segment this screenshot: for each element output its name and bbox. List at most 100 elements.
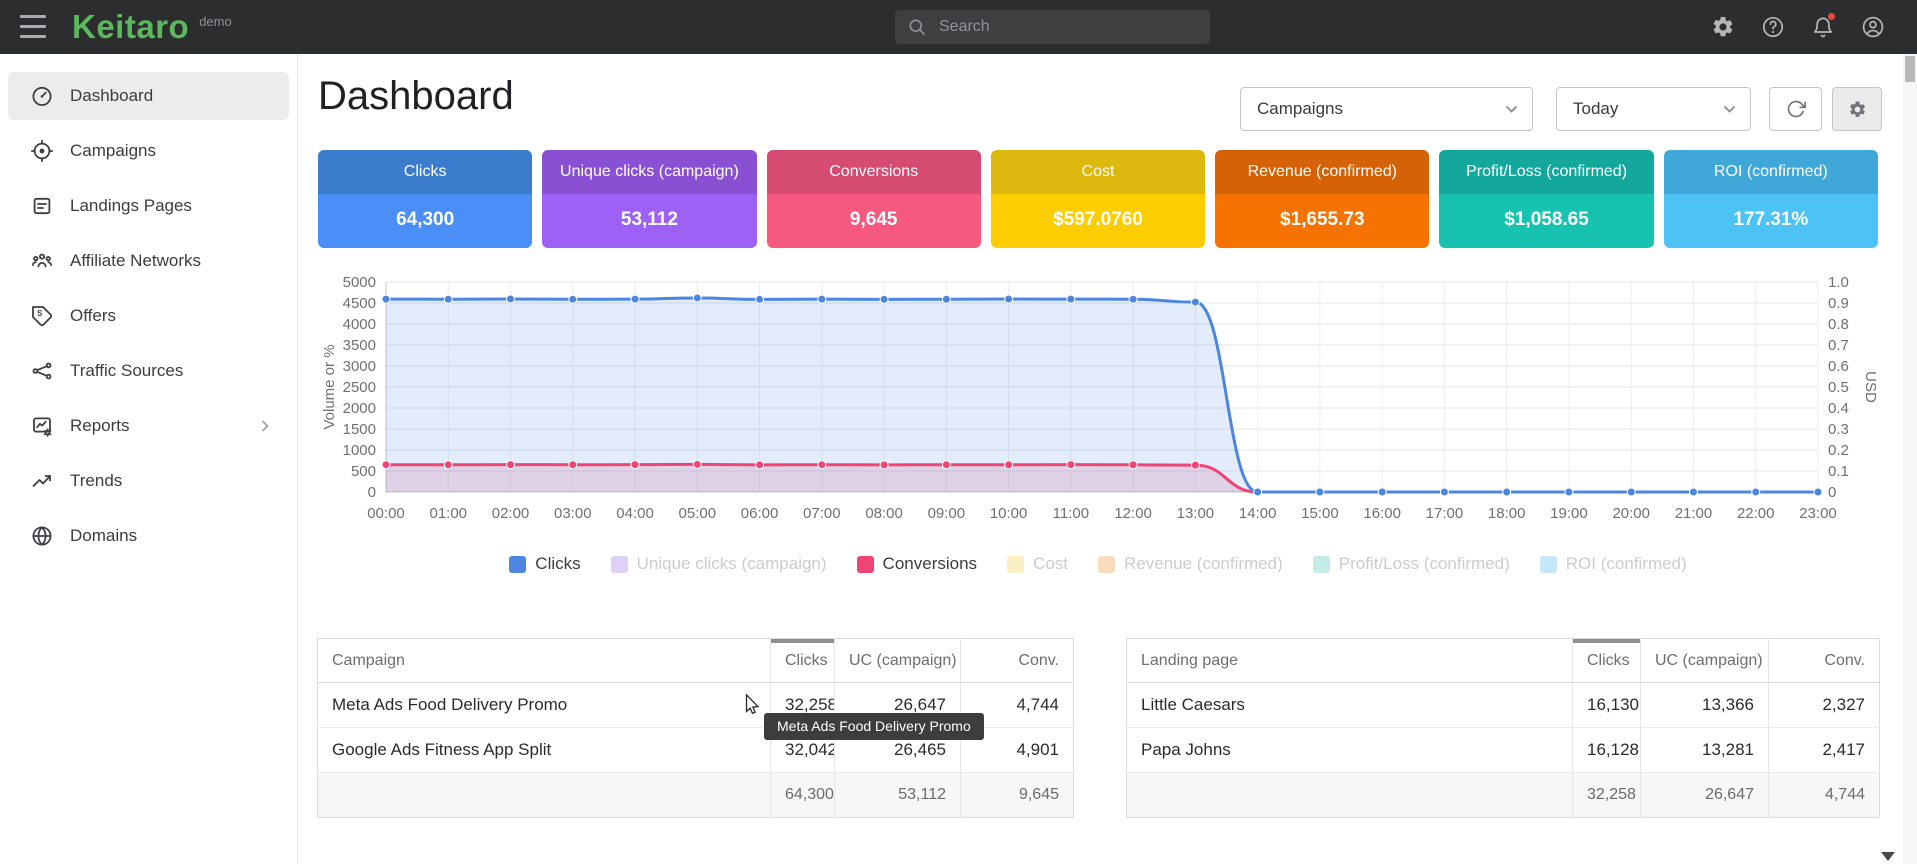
legend-label: Revenue (confirmed) <box>1124 554 1283 574</box>
sidebar-item-label: Trends <box>70 471 122 491</box>
row-value-cell: 2,327 <box>1769 683 1880 728</box>
stat-card-roi-confirmed[interactable]: ROI (confirmed)177.31% <box>1664 150 1878 248</box>
svg-text:14:00: 14:00 <box>1239 505 1277 522</box>
column-header-clicks[interactable]: Clicks <box>1573 639 1641 683</box>
scrollbar-thumb[interactable] <box>1905 56 1915 82</box>
landings-table: Landing pageClicksUC (campaign)Conv. Litt… <box>1126 638 1880 818</box>
legend-label: Profit/Loss (confirmed) <box>1339 554 1510 574</box>
svg-text:02:00: 02:00 <box>492 505 530 522</box>
totals-cell: 32,258 <box>1573 773 1641 818</box>
svg-text:16:00: 16:00 <box>1363 505 1401 522</box>
column-header-landing-page[interactable]: Landing page <box>1127 639 1573 683</box>
row-value-cell: 16,130 <box>1573 683 1641 728</box>
stat-card-label: Unique clicks (campaign) <box>542 150 756 194</box>
chevron-down-icon <box>1505 105 1518 114</box>
sidebar-item-landings-pages[interactable]: Landings Pages <box>8 182 289 230</box>
svg-text:20:00: 20:00 <box>1612 505 1650 522</box>
column-header-campaign[interactable]: Campaign <box>318 639 771 683</box>
legend-item-roi-confirmed[interactable]: ROI (confirmed) <box>1540 554 1687 574</box>
stat-card-cost[interactable]: Cost$597.0760 <box>991 150 1205 248</box>
stat-card-conversions[interactable]: Conversions9,645 <box>767 150 981 248</box>
dashboard-settings-button[interactable] <box>1832 87 1882 131</box>
table-totals-row: 64,30053,1129,645 <box>318 773 1074 818</box>
notifications-icon[interactable] <box>1811 15 1835 39</box>
row-value-cell: 13,366 <box>1641 683 1769 728</box>
sidebar-item-affiliate-networks[interactable]: Affiliate Networks <box>8 237 289 285</box>
stat-card-label: Cost <box>991 150 1205 194</box>
stat-card-unique-clicks-campaign[interactable]: Unique clicks (campaign)53,112 <box>542 150 756 248</box>
totals-cell: 53,112 <box>835 773 961 818</box>
svg-text:00:00: 00:00 <box>367 505 405 522</box>
help-icon[interactable] <box>1761 15 1785 39</box>
app-logo[interactable]: Keitaro demo <box>72 0 232 54</box>
totals-cell: 26,647 <box>1641 773 1769 818</box>
sidebar-item-trends[interactable]: Trends <box>8 457 289 505</box>
refresh-button[interactable] <box>1769 87 1822 131</box>
sidebar-item-reports[interactable]: Reports <box>8 402 289 450</box>
column-header-conv[interactable]: Conv. <box>961 639 1074 683</box>
chart-legend: Clicks Unique clicks (campaign) Conversion… <box>318 554 1878 574</box>
totals-cell <box>1127 773 1573 818</box>
legend-item-conversions[interactable]: Conversions <box>857 554 978 574</box>
column-header-clicks[interactable]: Clicks <box>771 639 835 683</box>
campaigns-filter-select[interactable]: Campaigns <box>1240 87 1533 131</box>
dashboard-chart: 0500100015002000250030003500400045005000… <box>318 266 1878 534</box>
stat-card-label: Profit/Loss (confirmed) <box>1439 150 1653 194</box>
row-name-cell[interactable]: Google Ads Fitness App Split <box>318 728 771 773</box>
stat-card-profit-loss-confirmed[interactable]: Profit/Loss (confirmed)$1,058.65 <box>1439 150 1653 248</box>
stat-card-revenue-confirmed[interactable]: Revenue (confirmed)$1,655.73 <box>1215 150 1429 248</box>
row-name-cell[interactable]: Little Caesars <box>1127 683 1573 728</box>
settings-icon[interactable] <box>1711 15 1735 39</box>
column-header-uc-campaign[interactable]: UC (campaign) <box>835 639 961 683</box>
sidebar-item-offers[interactable]: SOffers <box>8 292 289 340</box>
sidebar-item-label: Traffic Sources <box>70 361 183 381</box>
account-icon[interactable] <box>1861 15 1885 39</box>
legend-item-unique-clicks-campaign[interactable]: Unique clicks (campaign) <box>611 554 827 574</box>
sidebar-item-label: Dashboard <box>70 86 153 106</box>
legend-item-cost[interactable]: Cost <box>1007 554 1068 574</box>
sidebar-item-traffic-sources[interactable]: Traffic Sources <box>8 347 289 395</box>
stat-card-value: $1,655.73 <box>1215 194 1429 248</box>
legend-item-profit-loss-confirmed[interactable]: Profit/Loss (confirmed) <box>1313 554 1510 574</box>
svg-text:0.9: 0.9 <box>1828 295 1849 312</box>
svg-text:500: 500 <box>351 463 376 480</box>
svg-text:0.1: 0.1 <box>1828 463 1849 480</box>
legend-item-revenue-confirmed[interactable]: Revenue (confirmed) <box>1098 554 1283 574</box>
date-range-select[interactable]: Today <box>1556 87 1751 131</box>
sidebar-item-domains[interactable]: Domains <box>8 512 289 560</box>
stat-card-clicks[interactable]: Clicks64,300 <box>318 150 532 248</box>
logo-text: Keitaro <box>72 8 189 46</box>
stat-card-label: ROI (confirmed) <box>1664 150 1878 194</box>
svg-text:2500: 2500 <box>343 379 376 396</box>
row-tooltip: Meta Ads Food Delivery Promo <box>764 713 984 740</box>
row-name-cell[interactable]: Papa Johns <box>1127 728 1573 773</box>
landings-icon <box>30 194 54 218</box>
svg-text:0.7: 0.7 <box>1828 337 1849 354</box>
sidebar-item-campaigns[interactable]: Campaigns <box>8 127 289 175</box>
svg-text:18:00: 18:00 <box>1488 505 1526 522</box>
svg-text:01:00: 01:00 <box>429 505 467 522</box>
legend-swatch <box>1007 556 1024 573</box>
row-name-cell[interactable]: Meta Ads Food Delivery Promo <box>318 683 771 728</box>
legend-label: Conversions <box>883 554 978 574</box>
page-scrollbar[interactable] <box>1903 54 1917 864</box>
chart-area: 0500100015002000250030003500400045005000… <box>318 266 1878 534</box>
svg-text:0: 0 <box>1828 484 1836 501</box>
svg-text:09:00: 09:00 <box>928 505 966 522</box>
svg-text:0.4: 0.4 <box>1828 400 1849 417</box>
svg-text:10:00: 10:00 <box>990 505 1028 522</box>
legend-item-clicks[interactable]: Clicks <box>509 554 580 574</box>
scroll-down-arrow[interactable] <box>1881 852 1895 861</box>
svg-text:11:00: 11:00 <box>1053 505 1089 522</box>
column-header-uc-campaign[interactable]: UC (campaign) <box>1641 639 1769 683</box>
search-input[interactable]: Search <box>895 10 1210 44</box>
main-content: Dashboard Campaigns Today Clicks64,300Un… <box>299 54 1903 864</box>
menu-icon[interactable] <box>20 15 46 38</box>
sidebar-item-label: Affiliate Networks <box>70 251 201 271</box>
totals-cell: 4,744 <box>1769 773 1880 818</box>
column-header-conv[interactable]: Conv. <box>1769 639 1880 683</box>
totals-cell: 9,645 <box>961 773 1074 818</box>
row-value-cell: 16,128 <box>1573 728 1641 773</box>
notification-badge <box>1828 13 1835 20</box>
sidebar-item-dashboard[interactable]: Dashboard <box>8 72 289 120</box>
